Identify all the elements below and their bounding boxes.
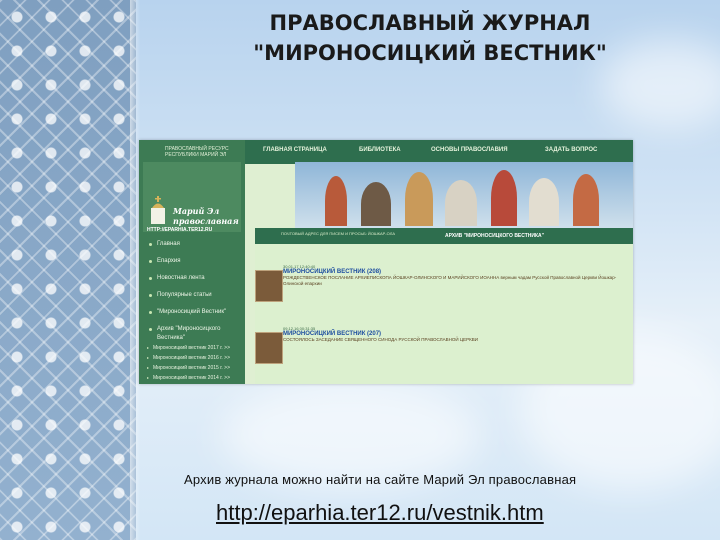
banner-churches [295,162,633,228]
church-icon [151,196,165,224]
content-area: 30.01.17 12:40:40 МИРОНОСИЦКИЙ ВЕСТНИК (… [255,244,633,384]
slide-caption: Архив журнала можно найти на сайте Марий… [184,472,577,487]
church-image [325,176,347,226]
postal-address: ПОЧТОВЫЙ АДРЕС ДЛЯ ПИСЕМ И ПРОСЬБ: ЙОШКА… [281,231,395,236]
news-text: РОЖДЕСТВЕНСКОЕ ПОСЛАНИЕ АРХИЕПИСКОПА ЙОШ… [283,275,617,286]
site-menu: Главная Епархия Новостная лента Популярн… [139,240,245,383]
nav-orthodoxy-basics[interactable]: ОСНОВЫ ПРАВОСЛАВИЯ [431,147,508,153]
submenu-item-2014[interactable]: Мироносицкий вестник 2014 г. >> [139,373,245,383]
site-top-nav: ГЛАВНАЯ СТРАНИЦА БИБЛИОТЕКА ОСНОВЫ ПРАВО… [245,140,633,164]
church-image [405,172,433,226]
menu-item-home[interactable]: Главная [139,240,245,257]
site-sidebar: ПРАВОСЛАВНЫЙ РЕСУРС РЕСПУБЛИКИ МАРИЙ ЭЛ … [139,140,245,384]
news-thumbnail[interactable] [255,332,283,364]
submenu-item-2015[interactable]: Мироносицкий вестник 2015 г. >> [139,363,245,373]
submenu-item-2017[interactable]: Мироносицкий вестник 2017 г. >> [139,343,245,353]
nav-library[interactable]: БИБЛИОТЕКА [359,147,401,153]
nav-home[interactable]: ГЛАВНАЯ СТРАНИЦА [263,147,327,153]
archive-title: АРХИВ "МИРОНОСИЦКОГО ВЕСТНИКА" [445,233,545,239]
logo-subtitle: ПРАВОСЛАВНЫЙ РЕСУРС РЕСПУБЛИКИ МАРИЙ ЭЛ [165,146,229,158]
nav-ask-question[interactable]: ЗАДАТЬ ВОПРОС [545,147,597,153]
site-url[interactable]: HTTP://EPARHIA.TER12.RU [147,227,212,233]
slide-title: ПРАВОСЛАВНЫЙ ЖУРНАЛ "МИРОНОСИЦКИЙ ВЕСТНИ… [140,8,720,68]
submenu-item-2016[interactable]: Мироносицкий вестник 2016 г. >> [139,353,245,363]
church-image [529,178,559,226]
news-item: 30.01.17 12:40:40 МИРОНОСИЦКИЙ ВЕСТНИК (… [255,264,623,302]
logo-line-1: Марий Эл [173,206,220,216]
menu-item-popular[interactable]: Популярные статьи [139,291,245,308]
logo-line-2: православная [173,216,239,226]
menu-item-archive[interactable]: Архив "Мироносицкого Вестника" [139,325,245,343]
church-image [573,174,599,226]
archive-link[interactable]: http://eparhia.ter12.ru/vestnik.htm [216,500,544,526]
news-item: 09.12.16 00:31:35 МИРОНОСИЦКИЙ ВЕСТНИК (… [255,326,623,364]
news-text: СОСТОЯЛОСЬ ЗАСЕДАНИЕ СВЯЩЕННОГО СИНОДА Р… [283,337,479,342]
title-line-1: ПРАВОСЛАВНЫЙ ЖУРНАЛ [269,11,591,35]
title-line-2: "МИРОНОСИЦКИЙ ВЕСТНИК" [253,41,607,65]
church-image [445,180,477,226]
site-logo[interactable]: Марий Эл православная [143,162,241,232]
logo-text: Марий Эл православная [173,206,239,226]
church-image [361,182,391,226]
menu-item-news[interactable]: Новостная лента [139,274,245,291]
info-bar: ПОЧТОВЫЙ АДРЕС ДЛЯ ПИСЕМ И ПРОСЬБ: ЙОШКА… [255,228,633,244]
ornament-border [0,0,136,540]
menu-item-vestnik[interactable]: "Мироносицкий Вестник" [139,308,245,325]
menu-item-eparchy[interactable]: Епархия [139,257,245,274]
church-image [491,170,517,226]
website-screenshot: ПРАВОСЛАВНЫЙ РЕСУРС РЕСПУБЛИКИ МАРИЙ ЭЛ … [139,140,633,384]
news-thumbnail[interactable] [255,270,283,302]
